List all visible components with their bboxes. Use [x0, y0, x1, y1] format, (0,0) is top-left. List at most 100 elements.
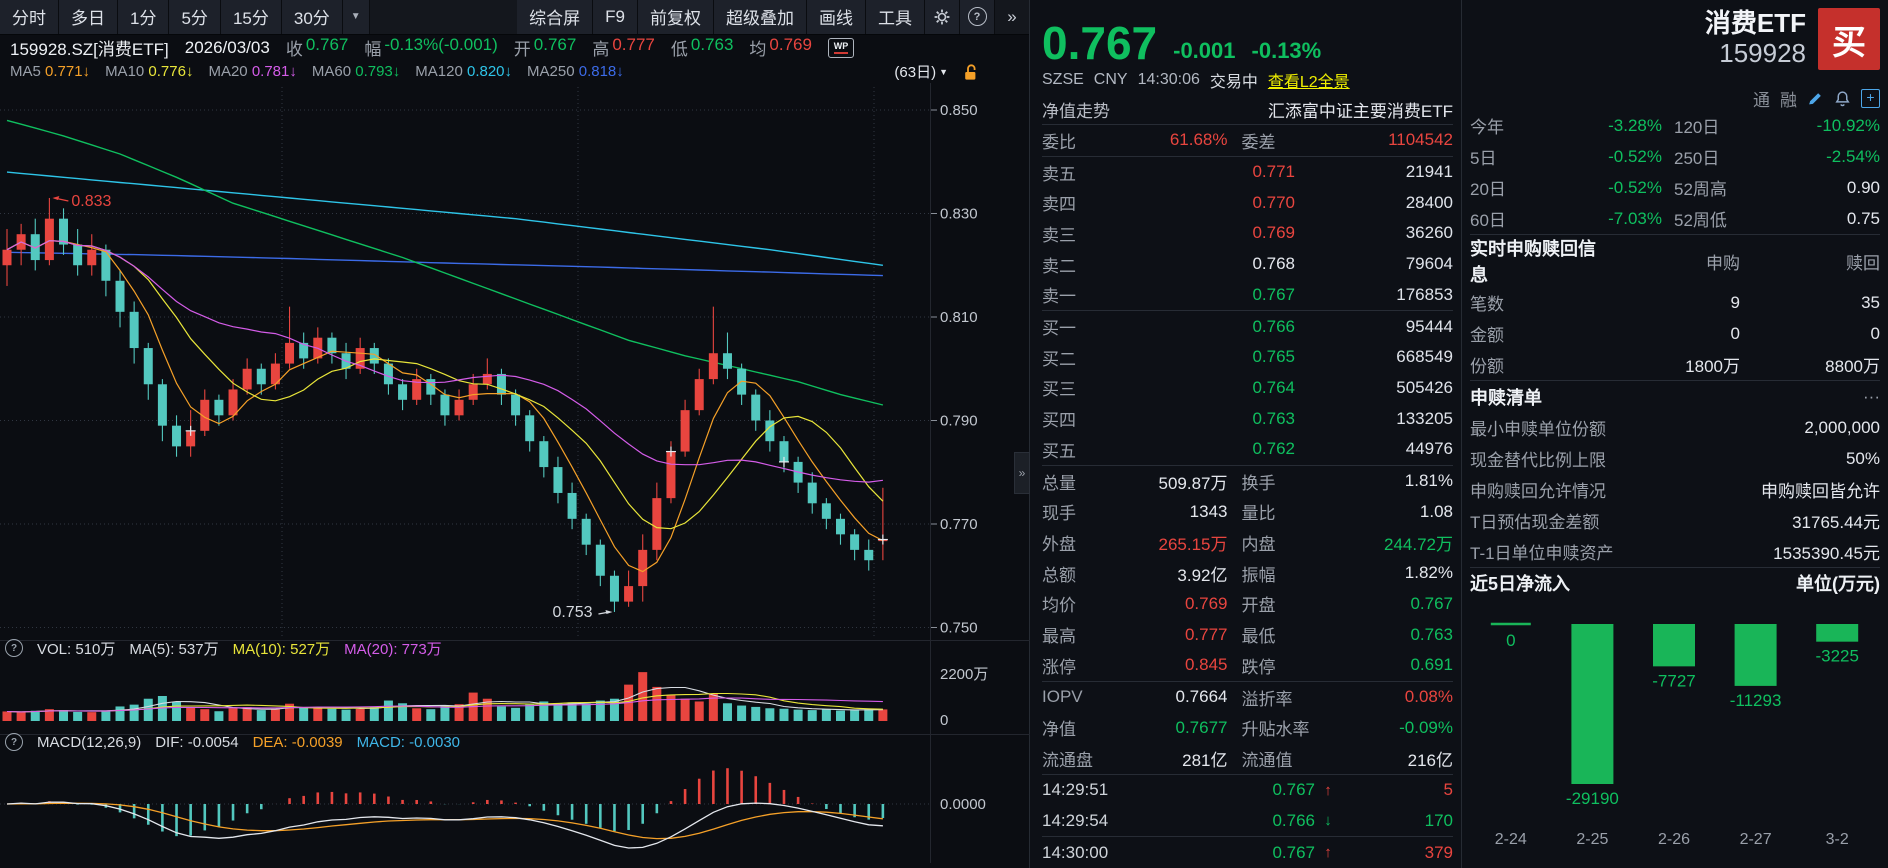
- stat-row-流通盘: 流通盘 281亿 流通值 216亿: [1042, 743, 1453, 774]
- more-tools-button[interactable]: »: [995, 0, 1029, 34]
- stat-value: 509.87万: [1158, 473, 1228, 493]
- ma-value: 0.820↓: [466, 63, 513, 81]
- quote-panel: 0.767 -0.001 -0.13% SZSE CNY 14:30:06 交易…: [1030, 0, 1462, 868]
- settings-button[interactable]: [925, 0, 960, 34]
- perf-label: 今年: [1470, 118, 1504, 137]
- stat-row-总量: 总量 509.87万 换手 1.81%: [1042, 464, 1453, 497]
- list-value: 2,000,000: [1804, 417, 1880, 437]
- ask-row-卖五[interactable]: 卖五 0.771 21941: [1042, 155, 1453, 188]
- ma-value: 0.818↓: [578, 63, 624, 81]
- nav-trend-row[interactable]: 净值走势 汇添富中证主要消费ETF: [1042, 94, 1453, 125]
- sub-value: 0: [1730, 323, 1740, 343]
- perf-row-5日: 5日 -0.52% 250日 -2.54%: [1470, 141, 1880, 172]
- level-price: 0.767: [1252, 284, 1295, 304]
- bid-row-买五[interactable]: 买五 0.762 44976: [1042, 434, 1453, 465]
- tab-period-1分[interactable]: 1分: [118, 0, 170, 34]
- volume-help-icon[interactable]: ?: [5, 639, 23, 657]
- more-menu-icon[interactable]: ···: [1542, 387, 1880, 407]
- market-status-row: SZSE CNY 14:30:06 交易中 查看L2全景: [1042, 66, 1453, 94]
- tab-period-分时[interactable]: 分时: [0, 0, 59, 34]
- trade-date: 2026/03/03: [184, 37, 270, 57]
- tab-period-多日[interactable]: 多日: [59, 0, 118, 34]
- svg-text:2200万: 2200万: [940, 666, 988, 683]
- alert-bell-icon[interactable]: [1834, 90, 1851, 107]
- perf-label: 52周高: [1674, 180, 1727, 199]
- ma-value: 0.776↓: [148, 63, 194, 81]
- level-label: 买三: [1042, 380, 1076, 400]
- svg-text:-7727: -7727: [1652, 671, 1695, 690]
- level-label: 买四: [1042, 411, 1076, 431]
- list-label: T-1日单位申赎资产: [1470, 544, 1614, 563]
- tab-period-30分[interactable]: 30分: [281, 0, 343, 34]
- level-price: 0.765: [1252, 347, 1295, 367]
- list-value: 申购赎回皆允许: [1761, 482, 1880, 501]
- ask-row-卖四[interactable]: 卖四 0.770 28400: [1042, 187, 1453, 218]
- security-header: 消费ETF 159928 买: [1470, 0, 1880, 86]
- tab-period-15分[interactable]: 15分: [220, 0, 282, 34]
- stat-row-外盘: 外盘 265.15万 内盘 244.72万: [1042, 527, 1453, 558]
- bid-row-买四[interactable]: 买四 0.763 133205: [1042, 403, 1453, 434]
- trading-terminal: 分时 多日 1分 5分 15分 30分 ▼ 综合屏 F9 前复权 超级叠加 画线 工具 ? » 15…: [0, 0, 1888, 868]
- ask-row-卖三[interactable]: 卖三 0.769 36260: [1042, 218, 1453, 249]
- redeem-list-header: 申赎清单 ···: [1470, 380, 1880, 412]
- visible-period-selector[interactable]: (63日) ▼: [894, 61, 948, 82]
- redeem-list-title: 申赎清单: [1470, 387, 1542, 408]
- help-button[interactable]: ?: [960, 0, 995, 34]
- toolbar-item-画线[interactable]: 画线: [807, 0, 866, 34]
- macd-help-icon[interactable]: ?: [5, 733, 23, 751]
- unlock-icon[interactable]: [963, 63, 979, 81]
- svg-text:0.753: 0.753: [552, 604, 592, 621]
- bid-row-买一[interactable]: 买一 0.766 95444: [1042, 310, 1453, 342]
- level-price: 0.762: [1252, 439, 1295, 459]
- buy-button[interactable]: 买: [1818, 8, 1880, 70]
- edit-pencil-icon[interactable]: [1807, 90, 1824, 107]
- period-dropdown-caret-icon[interactable]: ▼: [342, 0, 370, 34]
- perf-value: -3.28%: [1608, 115, 1662, 135]
- tick-price: 0.767: [1272, 780, 1315, 800]
- stats-panel: 消费ETF 159928 买 通 融 + 今年 -3.28% 120日 -10.92%…: [1462, 0, 1888, 868]
- toolbar-item-F9[interactable]: F9: [593, 0, 638, 34]
- ma-item-MA10: MA10 0.776↓: [105, 63, 193, 80]
- ask-row-卖一[interactable]: 卖一 0.767 176853: [1042, 280, 1453, 311]
- field-收: 收 0.767: [286, 35, 349, 60]
- level-volume: 505426: [1396, 377, 1453, 397]
- panel-collapse-handle[interactable]: »: [1014, 452, 1030, 494]
- list-row-申购赎回允许情况: 申购赎回允许情况 申购赎回皆允许: [1470, 474, 1880, 505]
- l2-panorama-link[interactable]: 查看L2全景: [1268, 68, 1350, 92]
- perf-row-今年: 今年 -3.28% 120日 -10.92%: [1470, 110, 1880, 141]
- toolbar-item-工具[interactable]: 工具: [866, 0, 925, 34]
- wp-window-icon[interactable]: WP: [827, 37, 854, 58]
- stat-row-最高: 最高 0.777 最低 0.763: [1042, 619, 1453, 650]
- add-to-watchlist-icon[interactable]: +: [1861, 88, 1880, 108]
- level-volume: 79604: [1405, 254, 1453, 274]
- bid-row-买三[interactable]: 买三 0.764 505426: [1042, 373, 1453, 404]
- stat-row-涨停: 涨停 0.845 跌停 0.691: [1042, 650, 1453, 681]
- perf-row-20日: 20日 -0.52% 52周高 0.90: [1470, 172, 1880, 203]
- ma-label: MA5: [10, 63, 46, 81]
- stat-value: 0.845: [1184, 655, 1228, 675]
- level-volume: 44976: [1405, 439, 1453, 459]
- toolbar-item-超级叠加[interactable]: 超级叠加: [714, 0, 807, 34]
- field-value: 0.767: [305, 35, 349, 55]
- ma-item-MA60: MA60 0.793↓: [312, 63, 400, 80]
- perf-row-60日: 60日 -7.03% 52周低 0.75: [1470, 203, 1880, 234]
- stat-row-均价: 均价 0.769 开盘 0.767: [1042, 589, 1453, 620]
- perf-value: -10.92%: [1816, 115, 1880, 135]
- ma-values: MA5 0.771↓ MA10 0.776↓ MA20 0.781↓ MA60 0.7…: [10, 63, 624, 80]
- bid-row-买二[interactable]: 买二 0.765 668549: [1042, 342, 1453, 373]
- toolbar-item-前复权[interactable]: 前复权: [638, 0, 714, 34]
- ask-row-卖二[interactable]: 卖二 0.768 79604: [1042, 249, 1453, 280]
- kline-chart[interactable]: 0.850 0.830 0.810 0.790 0.770 0.750 0.833 0.753…: [0, 83, 1030, 868]
- field-label: 收: [285, 40, 303, 60]
- stat-value: 0.691: [1410, 655, 1453, 675]
- last-price: 0.767: [1042, 17, 1158, 69]
- tab-period-5分[interactable]: 5分: [169, 0, 221, 34]
- subscription-title: 实时申购赎回信息: [1470, 239, 1596, 285]
- tick-price: 0.766: [1272, 810, 1315, 830]
- list-value: 31765.44元: [1792, 513, 1880, 532]
- toolbar-item-综合屏[interactable]: 综合屏: [517, 0, 594, 34]
- perf-value: -7.03%: [1608, 208, 1662, 228]
- stat-label: 涨停: [1042, 657, 1076, 677]
- svg-text:0.0000: 0.0000: [940, 796, 986, 813]
- sub-value: 35: [1861, 292, 1880, 312]
